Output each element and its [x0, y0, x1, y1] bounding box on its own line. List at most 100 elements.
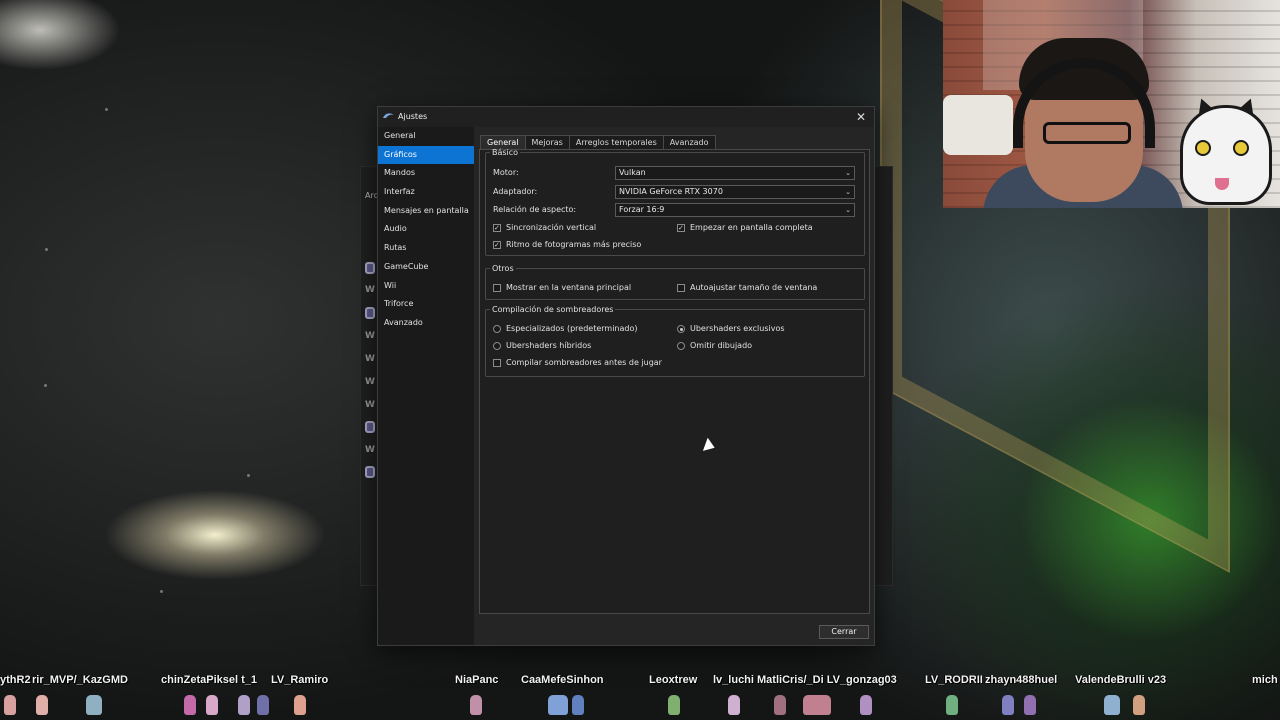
- render-main-checkbox[interactable]: Mostrar en la ventana principal: [493, 282, 631, 294]
- tab-pane-general: Básico Motor: Vulkan ⌄ Adaptador: NVIDIA…: [479, 148, 870, 614]
- autoresize-checkbox-box[interactable]: [677, 284, 685, 292]
- settings-sidebar: General Gráficos Mandos Interfaz Mensaje…: [378, 127, 474, 645]
- adaptador-select[interactable]: NVIDIA GeForce RTX 3070 ⌄: [615, 185, 855, 199]
- viewer-sprite: [86, 695, 102, 715]
- specialized-radio-dot[interactable]: [493, 325, 501, 333]
- dust-particle: [247, 474, 250, 477]
- specialized-radio[interactable]: Especializados (predeterminado): [493, 323, 638, 335]
- viewer-sprite: [1133, 695, 1145, 715]
- viewer-sprite: [294, 695, 306, 715]
- hybrid-radio[interactable]: Ubershaders híbridos: [493, 340, 591, 352]
- chevron-down-icon: ⌄: [845, 206, 851, 214]
- viewer-sprite: [860, 695, 872, 715]
- glasses: [1043, 122, 1131, 144]
- viewer-sprite: [206, 695, 218, 715]
- settings-content: General Mejoras Arreglos temporales Avan…: [474, 127, 874, 645]
- viewer-sprite: [1024, 695, 1036, 715]
- viewer-sprite: [728, 695, 740, 715]
- vsync-checkbox[interactable]: Sincronización vertical: [493, 222, 596, 234]
- webcam-overlay: [943, 0, 1280, 208]
- fullscreen-checkbox[interactable]: Empezar en pantalla completa: [677, 222, 813, 234]
- viewer-sprite: [257, 695, 269, 715]
- fullscreen-checkbox-box[interactable]: [677, 222, 685, 234]
- chevron-down-icon: ⌄: [845, 169, 851, 177]
- autoresize-label: Autoajustar tamaño de ventana: [690, 283, 818, 292]
- wii-icon: W: [365, 400, 375, 410]
- chat-username: ValendeBrulli v23: [1075, 674, 1167, 686]
- pillow: [943, 95, 1013, 155]
- sidebar-item-interfaz[interactable]: Interfaz: [378, 183, 474, 202]
- sidebar-item-general[interactable]: General: [378, 127, 474, 146]
- wii-icon: W: [365, 445, 375, 455]
- sidebar-item-audio[interactable]: Audio: [378, 220, 474, 239]
- chat-username: LV_Ramiro: [271, 674, 329, 686]
- chat-username: ythR2: [0, 674, 31, 686]
- sidebar-item-graficos[interactable]: Gráficos: [378, 145, 474, 165]
- wii-icon: W: [365, 331, 375, 341]
- sidebar-item-mensajes[interactable]: Mensajes en pantalla: [378, 202, 474, 221]
- group-basico: Básico Motor: Vulkan ⌄ Adaptador: NVIDIA…: [485, 148, 865, 256]
- vsync-label: Sincronización vertical: [506, 223, 597, 232]
- sidebar-item-rutas[interactable]: Rutas: [378, 239, 474, 258]
- skip-drawing-radio[interactable]: Omitir dibujado: [677, 340, 752, 352]
- framepacing-checkbox-box[interactable]: [493, 239, 501, 251]
- dust-particle: [105, 108, 108, 111]
- viewer-sprite: [4, 695, 16, 715]
- viewer-sprite: [1002, 695, 1014, 715]
- sidebar-item-gamecube[interactable]: GameCube: [378, 258, 474, 277]
- dialog-titlebar[interactable]: Ajustes ✕: [378, 107, 874, 127]
- cat-sticker: [1180, 105, 1272, 205]
- fullscreen-label: Empezar en pantalla completa: [690, 223, 813, 232]
- dialog-title: Ajustes: [398, 112, 428, 121]
- wii-icon: W: [365, 354, 375, 364]
- sidebar-item-triforce[interactable]: Triforce: [378, 295, 474, 314]
- viewer-sprite: [1104, 695, 1120, 715]
- aspecto-select-value: Forzar 16:9: [619, 205, 665, 214]
- chat-username: LV_RODRII: [925, 674, 983, 686]
- chat-username: rir_MVP/_KazGMD: [32, 674, 128, 686]
- group-otros-legend: Otros: [492, 264, 514, 273]
- motor-select[interactable]: Vulkan ⌄: [615, 166, 855, 180]
- chat-username: Leoxtrew: [649, 674, 698, 686]
- gamecube-icon: [365, 466, 375, 478]
- exclusive-label: Ubershaders exclusivos: [690, 324, 785, 333]
- sidebar-item-avanzado[interactable]: Avanzado: [378, 314, 474, 333]
- hybrid-radio-dot[interactable]: [493, 342, 501, 350]
- sidebar-item-wii[interactable]: Wii: [378, 277, 474, 296]
- viewer-sprite: [946, 695, 958, 715]
- exclusive-radio-dot[interactable]: [677, 325, 685, 333]
- tab-arreglos-temporales[interactable]: Arreglos temporales: [568, 135, 664, 149]
- cat-eye: [1195, 140, 1211, 156]
- tab-general[interactable]: General: [480, 135, 526, 149]
- motor-select-value: Vulkan: [619, 168, 646, 177]
- precompile-label: Compilar sombreadores antes de jugar: [506, 358, 662, 367]
- precompile-checkbox[interactable]: Compilar sombreadores antes de jugar: [493, 357, 662, 369]
- framepacing-checkbox[interactable]: Ritmo de fotogramas más preciso: [493, 239, 641, 251]
- specialized-label: Especializados (predeterminado): [506, 324, 638, 333]
- sidebar-item-mandos[interactable]: Mandos: [378, 164, 474, 183]
- tab-avanzado[interactable]: Avanzado: [662, 135, 716, 149]
- viewer-sprite: [184, 695, 196, 715]
- cat-eye: [1233, 140, 1249, 156]
- chat-username: CaaMefeSinhon: [521, 674, 604, 686]
- skip-drawing-radio-dot[interactable]: [677, 342, 685, 350]
- viewer-sprite: [572, 695, 584, 715]
- close-icon[interactable]: ✕: [852, 108, 870, 126]
- exclusive-radio[interactable]: Ubershaders exclusivos: [677, 323, 785, 335]
- aspecto-select[interactable]: Forzar 16:9 ⌄: [615, 203, 855, 217]
- autoresize-checkbox[interactable]: Autoajustar tamaño de ventana: [677, 282, 817, 294]
- gamecube-icon: [365, 307, 375, 319]
- wii-icon: W: [365, 377, 375, 387]
- aspecto-label: Relación de aspecto:: [493, 205, 577, 214]
- cerrar-button[interactable]: Cerrar: [819, 625, 869, 639]
- vsync-checkbox-box[interactable]: [493, 222, 501, 234]
- adaptador-label: Adaptador:: [493, 187, 538, 196]
- render-main-checkbox-box[interactable]: [493, 284, 501, 292]
- wii-icon: W: [365, 285, 375, 295]
- precompile-checkbox-box[interactable]: [493, 359, 501, 367]
- viewer-sprite: [668, 695, 680, 715]
- group-shaders-legend: Compilación de sombreadores: [492, 305, 614, 314]
- viewer-sprite: [36, 695, 48, 715]
- settings-dialog: Ajustes ✕ General Gráficos Mandos Interf…: [377, 106, 875, 646]
- tab-mejoras[interactable]: Mejoras: [524, 135, 570, 149]
